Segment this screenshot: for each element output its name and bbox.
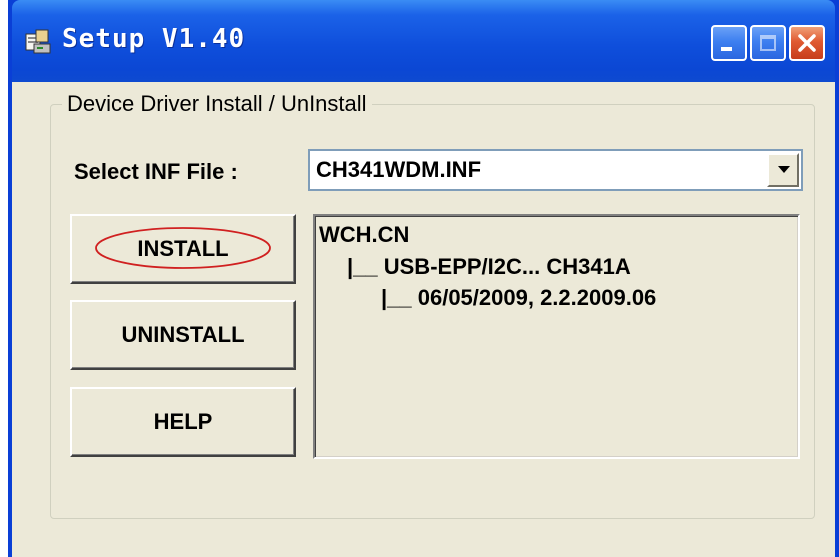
chevron-down-icon [778, 166, 790, 173]
setup-app-icon [25, 29, 51, 54]
driver-version: |__ 06/05/2009, 2.2.2009.06 [381, 285, 657, 310]
maximize-button[interactable] [750, 25, 786, 61]
inf-file-combobox[interactable]: CH341WDM.INF [308, 149, 803, 191]
setup-window: Setup V1.40 Device Driver Install / UnIn… [8, 0, 839, 557]
install-button[interactable]: INSTALL [70, 214, 296, 284]
window-title: Setup V1.40 [62, 24, 246, 54]
minimize-icon [721, 47, 732, 51]
driver-vendor: WCH.CN [319, 222, 410, 247]
combobox-dropdown-button[interactable] [767, 153, 799, 187]
maximize-icon [760, 35, 776, 51]
minimize-button[interactable] [711, 25, 747, 61]
groupbox-legend: Device Driver Install / UnInstall [62, 91, 372, 117]
inf-file-value: CH341WDM.INF [316, 157, 482, 182]
install-button-label: INSTALL [137, 236, 229, 261]
close-icon [798, 34, 816, 52]
driver-info-box: WCH.CN |__ USB-EPP/I2C... CH341A |__ 06/… [313, 214, 800, 459]
window-client-area: Device Driver Install / UnInstall Select… [12, 82, 835, 557]
help-button[interactable]: HELP [70, 387, 296, 457]
close-button[interactable] [789, 25, 825, 61]
driver-device: |__ USB-EPP/I2C... CH341A [347, 254, 631, 279]
uninstall-button[interactable]: UNINSTALL [70, 300, 296, 370]
title-bar[interactable]: Setup V1.40 [12, 0, 835, 82]
select-inf-label: Select INF File : [74, 159, 238, 184]
